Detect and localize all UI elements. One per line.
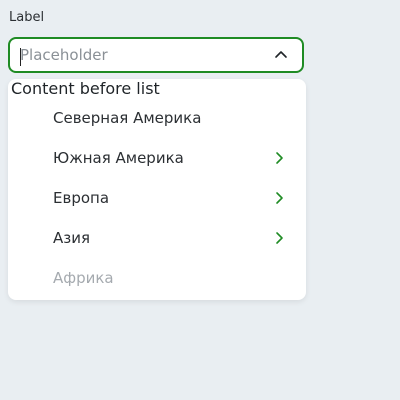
option-label: Европа [53, 189, 110, 207]
option-north-america[interactable]: Северная Америка [8, 98, 306, 138]
option-europe[interactable]: Европа [8, 178, 306, 218]
option-label: Африка [53, 269, 114, 287]
option-africa: Африка [8, 258, 306, 298]
select-field[interactable] [8, 37, 304, 73]
chevron-up-icon[interactable] [266, 39, 296, 71]
select-demo: Label Content before list Северная Амери… [0, 0, 400, 400]
chevron-right-icon [272, 231, 286, 245]
option-south-america[interactable]: Южная Америка [8, 138, 306, 178]
select-input[interactable] [10, 39, 266, 71]
text-caret [20, 48, 21, 66]
option-label: Азия [53, 229, 91, 247]
dropdown-header-text: Content before list [11, 79, 160, 98]
dropdown-menu: Content before list Северная Америка Южн… [8, 79, 306, 300]
option-label: Северная Америка [53, 109, 202, 127]
chevron-right-icon [272, 151, 286, 165]
chevron-right-icon [272, 191, 286, 205]
option-asia[interactable]: Азия [8, 218, 306, 258]
option-label: Южная Америка [53, 149, 184, 167]
field-label: Label [9, 10, 45, 25]
